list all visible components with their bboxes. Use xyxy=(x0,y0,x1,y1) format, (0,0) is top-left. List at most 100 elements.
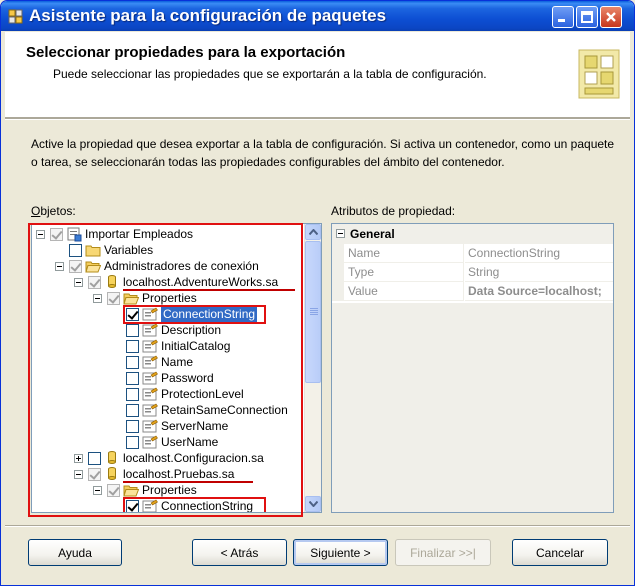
collapse-icon[interactable] xyxy=(93,294,102,303)
tree-item[interactable]: Importar Empleados xyxy=(32,226,302,242)
folder-open-icon xyxy=(123,482,140,498)
tree-item-checkbox[interactable] xyxy=(107,484,120,497)
tree-item[interactable]: Password xyxy=(32,370,302,386)
tree-item-checkbox[interactable] xyxy=(126,356,139,369)
tree-item-label: ConnectionString xyxy=(161,499,254,513)
help-button[interactable]: Ayuda xyxy=(28,539,122,566)
next-button[interactable]: Siguiente > xyxy=(293,539,388,566)
tree-item-checkbox[interactable] xyxy=(126,500,139,512)
scroll-thumb[interactable] xyxy=(305,241,321,383)
tree-item-checkbox[interactable] xyxy=(126,404,139,417)
collapse-icon[interactable] xyxy=(336,229,345,238)
title-bar[interactable]: Asistente para la configuración de paque… xyxy=(1,1,634,31)
property-row[interactable]: Type String xyxy=(332,263,613,282)
tree-item[interactable]: Description xyxy=(32,322,302,338)
tree-item[interactable]: Administradores de conexión xyxy=(32,258,302,274)
collapse-icon[interactable] xyxy=(74,470,83,479)
tree-item-label: ProtectionLevel xyxy=(161,387,244,401)
tree-item[interactable]: localhost.AdventureWorks.sa xyxy=(32,274,302,290)
tree-item[interactable]: RetainSameConnection xyxy=(32,402,302,418)
tree-scrollbar[interactable] xyxy=(304,224,321,512)
tree-item-label: Administradores de conexión xyxy=(104,259,259,273)
connection-icon xyxy=(104,466,120,482)
tree-item-checkbox[interactable] xyxy=(126,308,139,321)
tree-item[interactable]: Variables xyxy=(32,242,302,258)
tree-item-label: Properties xyxy=(142,291,197,305)
property-grid[interactable]: General Name ConnectionString Type Strin… xyxy=(331,223,614,513)
page-title: Seleccionar propiedades para la exportac… xyxy=(26,44,346,61)
tree-item-checkbox[interactable] xyxy=(88,452,101,465)
property-icon xyxy=(142,306,158,322)
property-icon xyxy=(142,370,158,386)
property-icon xyxy=(142,338,158,354)
tree-item-checkbox[interactable] xyxy=(69,260,82,273)
scroll-grip xyxy=(310,308,318,316)
scroll-up-button[interactable] xyxy=(305,224,321,240)
connection-icon xyxy=(104,450,120,466)
finish-button[interactable]: Finalizar >>| xyxy=(395,539,491,566)
tree-item-label: ServerName xyxy=(161,419,229,433)
tree-item[interactable]: ConnectionString xyxy=(32,306,302,322)
wizard-header: Seleccionar propiedades para la exportac… xyxy=(5,32,630,118)
back-button[interactable]: < Atrás xyxy=(192,539,287,566)
tree-item-checkbox[interactable] xyxy=(126,420,139,433)
collapse-icon[interactable] xyxy=(93,486,102,495)
tree-item[interactable]: Name xyxy=(32,354,302,370)
tree-item-label: Properties xyxy=(142,483,197,497)
maximize-button[interactable] xyxy=(576,6,598,28)
minimize-icon xyxy=(558,19,565,22)
property-grid-empty-area xyxy=(332,303,613,512)
tree-item[interactable]: ProtectionLevel xyxy=(32,386,302,402)
tree-item-checkbox[interactable] xyxy=(126,324,139,337)
help-button-label: Ayuda xyxy=(58,546,92,560)
collapse-icon[interactable] xyxy=(55,262,64,271)
tree-item[interactable]: UserName xyxy=(32,434,302,450)
property-name: Name xyxy=(344,244,464,263)
tree-item-checkbox[interactable] xyxy=(88,468,101,481)
property-icon xyxy=(142,322,158,338)
property-icon xyxy=(142,498,158,512)
tree-item[interactable]: Properties xyxy=(32,290,302,306)
folder-open-icon xyxy=(123,290,140,306)
tree-item[interactable]: localhost.Configuracion.sa xyxy=(32,450,302,466)
expand-icon[interactable] xyxy=(74,454,83,463)
property-icon xyxy=(142,386,158,402)
tree-item[interactable]: InitialCatalog xyxy=(32,338,302,354)
tree-item[interactable]: ServerName xyxy=(32,418,302,434)
collapse-icon[interactable] xyxy=(36,230,45,239)
cancel-button[interactable]: Cancelar xyxy=(512,539,608,566)
property-category-general[interactable]: General xyxy=(332,224,613,244)
tree-item[interactable]: ConnectionString xyxy=(32,498,302,513)
property-row[interactable]: Name ConnectionString xyxy=(332,244,613,263)
tree-item-checkbox[interactable] xyxy=(50,228,63,241)
collapse-icon[interactable] xyxy=(74,278,83,287)
tree-item[interactable]: Properties xyxy=(32,482,302,498)
tree-item-checkbox[interactable] xyxy=(88,276,101,289)
tree-item-label: Variables xyxy=(104,243,154,257)
property-row[interactable]: Value Data Source=localhost; xyxy=(332,282,613,301)
tree-item-checkbox[interactable] xyxy=(126,372,139,385)
property-icon xyxy=(142,402,158,418)
scroll-down-button[interactable] xyxy=(305,496,321,512)
tree-item-checkbox[interactable] xyxy=(126,340,139,353)
tree-item-checkbox[interactable] xyxy=(126,436,139,449)
property-name: Value xyxy=(344,282,464,301)
close-button[interactable] xyxy=(600,6,622,28)
chevron-down-icon xyxy=(309,501,318,507)
tree-item-checkbox[interactable] xyxy=(69,244,82,257)
tree-item-label: localhost.Pruebas.sa xyxy=(123,467,235,481)
tree-item-label: localhost.Configuracion.sa xyxy=(123,451,264,465)
wizard-app-icon xyxy=(8,9,23,24)
tree-item-label: localhost.AdventureWorks.sa xyxy=(123,275,279,289)
tree-item-checkbox[interactable] xyxy=(107,292,120,305)
tree-item[interactable]: localhost.Pruebas.sa xyxy=(32,466,302,482)
package-icon xyxy=(66,226,82,242)
header-separator xyxy=(5,118,630,120)
objects-tree[interactable]: Importar Empleados Variables Administrador… xyxy=(31,223,322,513)
minimize-button[interactable] xyxy=(552,6,574,28)
page-subtitle: Puede seleccionar las propiedades que se… xyxy=(53,67,487,81)
tree-item-label: RetainSameConnection xyxy=(161,403,288,417)
tree-item-checkbox[interactable] xyxy=(126,388,139,401)
connection-icon xyxy=(104,274,120,290)
tree-item-label: Name xyxy=(161,355,194,369)
